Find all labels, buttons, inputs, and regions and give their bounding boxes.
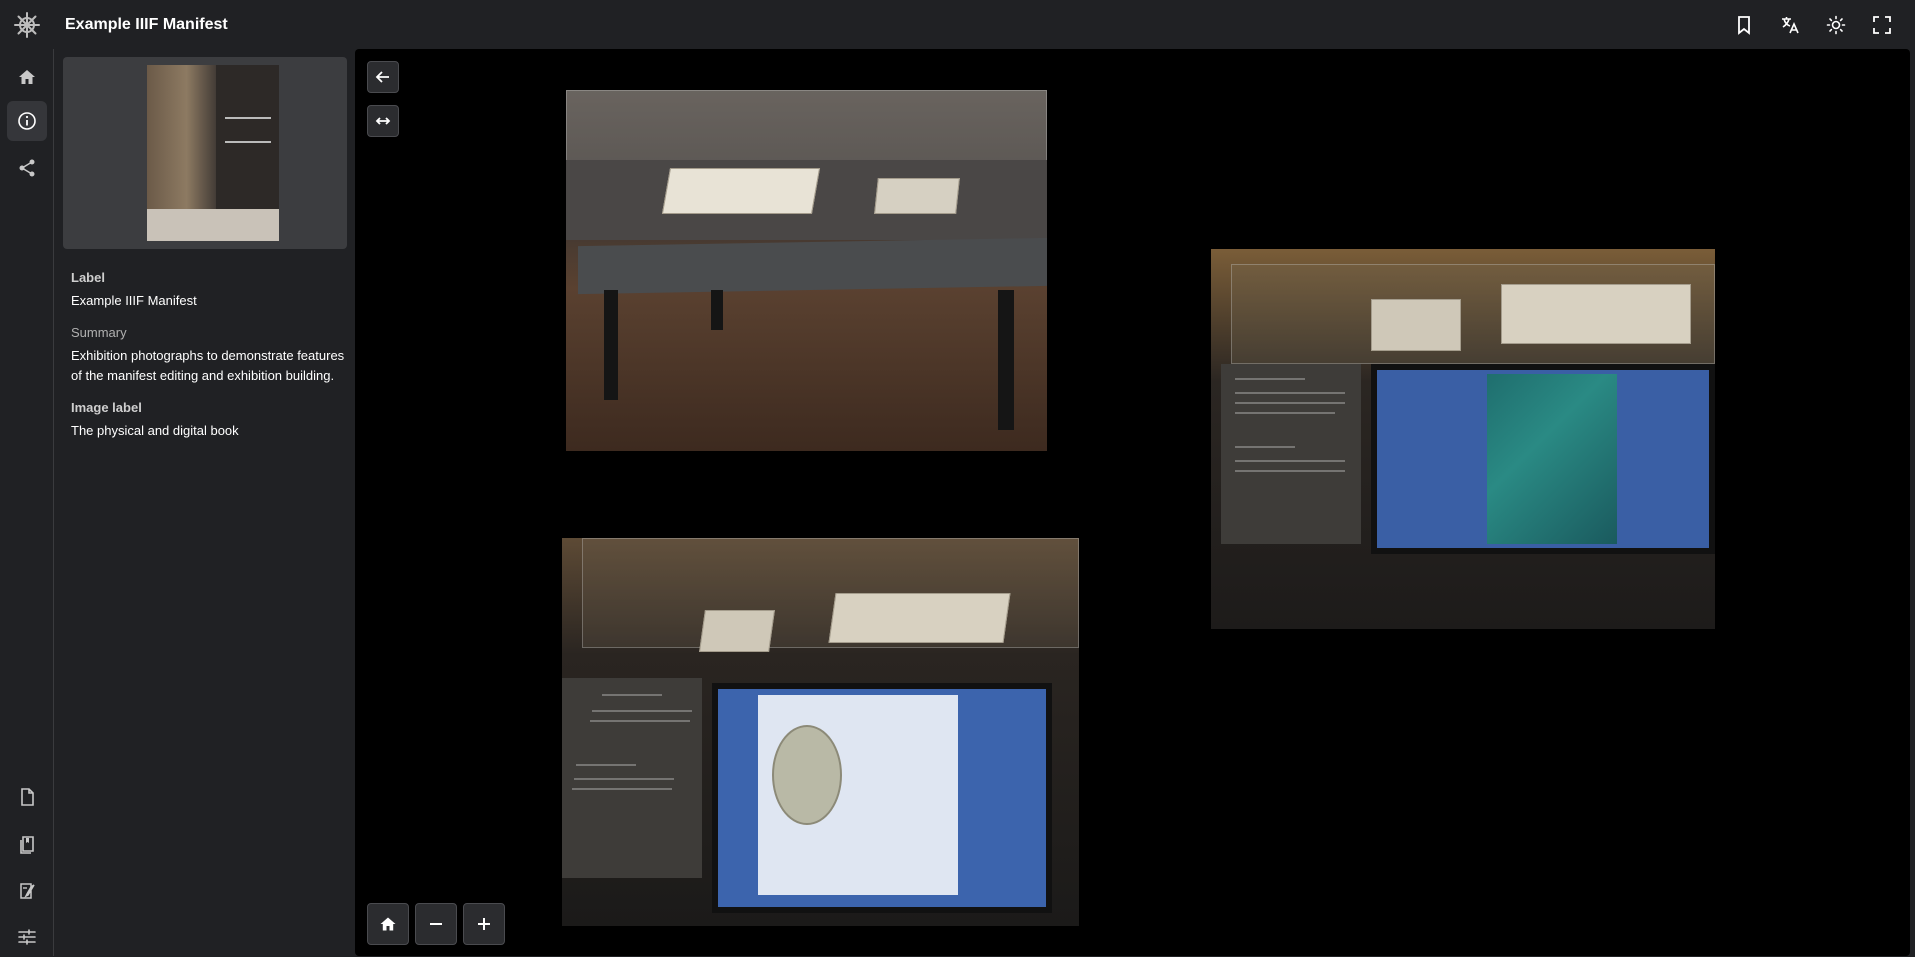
- oval-photograph: [772, 725, 842, 825]
- theme-sun-icon: [1826, 15, 1846, 35]
- summary-heading: Summary: [71, 325, 127, 340]
- table-leg-right: [998, 290, 1014, 430]
- photo-prints: [874, 178, 960, 214]
- thumbnail-floor: [147, 209, 279, 241]
- rail-document-button[interactable]: [7, 777, 47, 817]
- digitized-page: [758, 695, 958, 895]
- theme-toggle-button[interactable]: [1813, 12, 1859, 38]
- table-leg-left: [604, 290, 618, 400]
- translate-button[interactable]: [1767, 12, 1813, 38]
- text-line: [1235, 378, 1305, 380]
- notes-icon: [20, 883, 35, 899]
- fit-width-icon: [375, 117, 391, 125]
- image-label-heading: Image label: [71, 400, 142, 415]
- settings-sliders-icon: [18, 929, 36, 945]
- summary-value: Exhibition photographs to demonstrate fe…: [71, 348, 345, 383]
- zoom-out-button[interactable]: [415, 903, 457, 945]
- thumbnail-sign: [225, 117, 271, 143]
- zoom-out-icon: [430, 923, 442, 925]
- top-actions: [1721, 12, 1905, 38]
- text-line: [1235, 412, 1335, 414]
- text-line: [1235, 470, 1345, 472]
- open-book: [661, 168, 821, 214]
- text-line: [602, 694, 662, 696]
- rail-share-button[interactable]: [7, 148, 47, 188]
- manifest-thumbnail[interactable]: [147, 65, 279, 241]
- home-icon: [380, 917, 396, 931]
- exhibition-photo-display-case[interactable]: [566, 90, 1047, 451]
- app-title: Example IIIF Manifest: [65, 16, 228, 33]
- text-line: [590, 720, 690, 722]
- text-line: [1235, 402, 1345, 404]
- document-icon: [21, 788, 34, 806]
- text-line: [576, 764, 636, 766]
- bookmark-list-icon: [20, 836, 34, 854]
- rail-info-button[interactable]: [7, 101, 47, 141]
- album-cover: [1487, 374, 1617, 544]
- ship-wheel-logo-icon: [14, 12, 40, 38]
- text-line: [592, 710, 692, 712]
- bookmark-button[interactable]: [1721, 12, 1767, 38]
- touch-screen: [1371, 364, 1715, 554]
- photo-prints: [1371, 299, 1461, 351]
- text-panel: [1221, 364, 1361, 544]
- bookmark-icon: [1738, 16, 1750, 35]
- zoom-in-icon: [478, 918, 490, 930]
- text-line: [1235, 460, 1345, 462]
- rail-settings-button[interactable]: [7, 917, 47, 957]
- fullscreen-icon: [1873, 16, 1891, 34]
- text-line: [1235, 392, 1345, 394]
- manifest-thumbnail-box: [63, 57, 347, 249]
- share-icon: [19, 159, 35, 177]
- translate-icon: [1782, 17, 1799, 34]
- zoom-home-button[interactable]: [367, 903, 409, 945]
- fit-width-button[interactable]: [367, 105, 399, 137]
- table-leg-back: [711, 290, 723, 330]
- exhibition-photo-bayard-album-screen[interactable]: [1211, 249, 1715, 629]
- exhibition-photo-photographie-screen[interactable]: [562, 538, 1079, 926]
- back-arrow-icon: [375, 71, 389, 83]
- open-book: [828, 593, 1011, 643]
- text-panel: [562, 678, 702, 878]
- back-button[interactable]: [367, 61, 399, 93]
- metadata-list: Label Example IIIF Manifest Summary Exhi…: [71, 270, 347, 455]
- label-strip: [578, 237, 1047, 295]
- zoom-in-button[interactable]: [463, 903, 505, 945]
- home-icon: [19, 70, 35, 84]
- touch-screen: [712, 683, 1052, 913]
- text-line: [574, 778, 674, 780]
- info-icon: [18, 112, 36, 130]
- text-line: [572, 788, 672, 790]
- fullscreen-button[interactable]: [1859, 12, 1905, 38]
- image-viewer[interactable]: [355, 49, 1910, 956]
- text-line: [1235, 446, 1295, 448]
- label-value: Example IIIF Manifest: [71, 293, 197, 308]
- photo-prints: [699, 610, 775, 652]
- rail-home-button[interactable]: [7, 57, 47, 97]
- top-bar: Example IIIF Manifest: [0, 0, 1915, 49]
- rail-notes-button[interactable]: [7, 871, 47, 911]
- open-book: [1501, 284, 1691, 344]
- rail-bookmarks-button[interactable]: [7, 825, 47, 865]
- label-heading: Label: [71, 270, 105, 285]
- info-panel: Label Example IIIF Manifest Summary Exhi…: [55, 49, 355, 956]
- image-label-value: The physical and digital book: [71, 423, 239, 438]
- left-nav-rail: [0, 49, 54, 956]
